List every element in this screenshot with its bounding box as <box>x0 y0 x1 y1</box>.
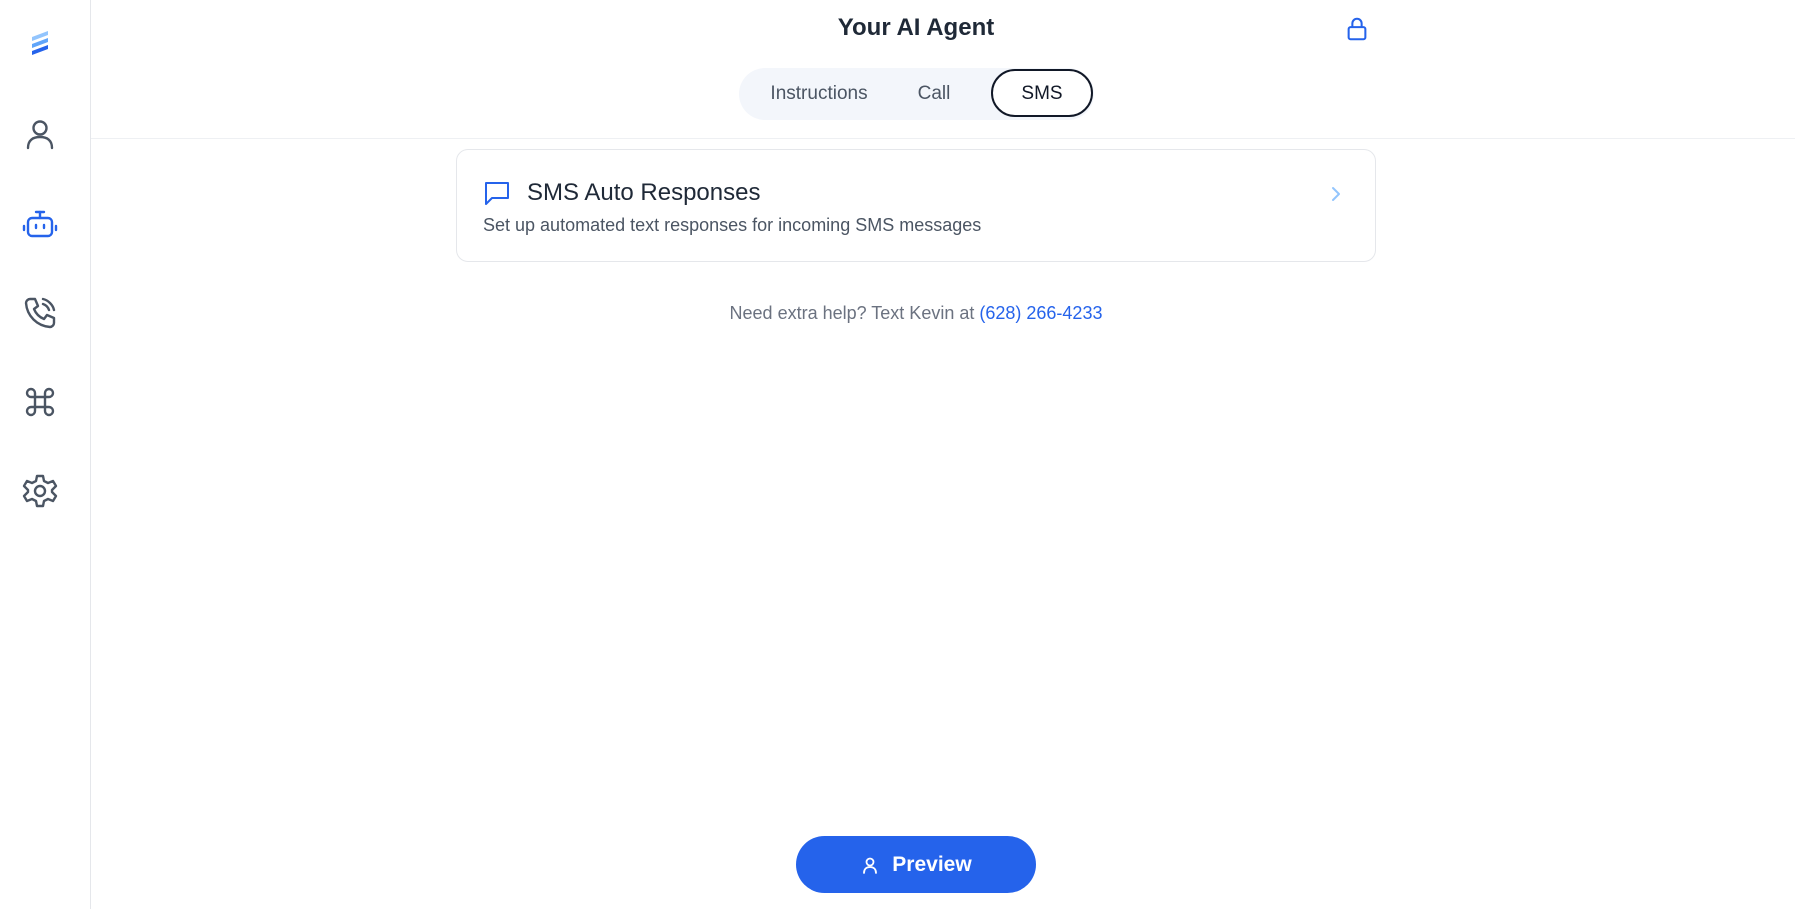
user-icon <box>863 857 878 874</box>
message-icon <box>483 179 511 207</box>
help-label: Need extra help? Text Kevin at <box>729 303 975 323</box>
header: Your AI Agent Instructions Call SMS <box>91 0 1795 139</box>
preview-label: Preview <box>892 852 972 876</box>
help-phone-link[interactable]: (628) 266-4233 <box>979 303 1102 323</box>
tab-instructions[interactable]: Instructions <box>761 68 877 120</box>
page-title: Your AI Agent <box>837 14 995 41</box>
chevron-right-icon <box>1327 183 1345 205</box>
robot-icon[interactable] <box>20 204 60 244</box>
tab-bar: Instructions Call SMS <box>739 68 1094 120</box>
card-title: SMS Auto Responses <box>527 179 761 206</box>
tab-call[interactable]: Call <box>904 68 964 120</box>
card-description: Set up automated text responses for inco… <box>483 215 982 235</box>
logo-icon[interactable] <box>20 24 60 64</box>
sidebar <box>0 0 91 909</box>
tab-sms[interactable]: SMS <box>991 69 1093 117</box>
command-icon[interactable] <box>20 382 60 422</box>
help-text: Need extra help? Text Kevin at (628) 266… <box>91 303 1741 324</box>
phone-icon[interactable] <box>20 293 60 333</box>
gear-icon[interactable] <box>20 471 60 511</box>
user-icon[interactable] <box>20 114 60 154</box>
app-root: Your AI Agent Instructions Call SMS SMS … <box>0 0 1795 909</box>
preview-button[interactable]: Preview <box>796 836 1036 893</box>
sms-auto-responses-card[interactable]: SMS Auto Responses Set up automated text… <box>456 149 1376 262</box>
lock-icon[interactable] <box>1343 15 1371 43</box>
